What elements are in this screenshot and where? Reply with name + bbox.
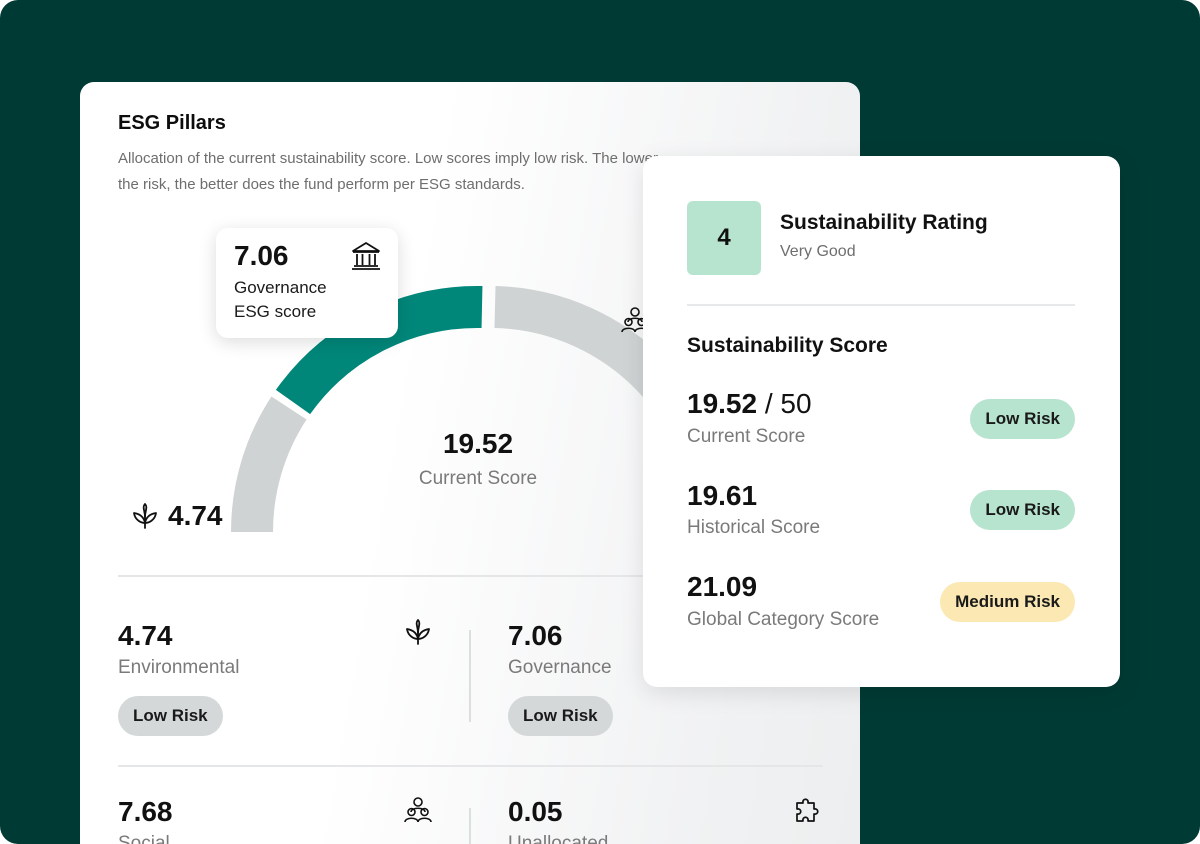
governance-value: 7.06	[508, 620, 563, 651]
unallocated-label: Unallocated	[508, 833, 609, 844]
gauge-score-label: Current Score	[418, 468, 538, 489]
people-icon	[404, 797, 432, 823]
current-score-value: 19.52 / 50	[687, 388, 812, 420]
tooltip-value: 7.06	[234, 240, 289, 271]
gauge-environmental-value: 4.74	[168, 500, 223, 531]
social-label: Social	[118, 833, 170, 844]
gauge-environmental-segment[interactable]	[230, 396, 307, 533]
sustainability-rating-badge: 4	[687, 201, 761, 275]
sustainability-rating-label: Very Good	[780, 243, 856, 260]
current-score-risk-badge: Low Risk	[970, 399, 1075, 439]
global-category-score-value: 21.09	[687, 571, 758, 602]
card-divider	[687, 304, 1075, 306]
governance-tooltip: 7.06 Governance ESG score	[216, 228, 398, 338]
gauge-score-value: 19.52	[442, 428, 514, 459]
section-divider	[118, 765, 823, 767]
environmental-value: 4.74	[118, 620, 173, 651]
sustainability-rating-title: Sustainability Rating	[780, 211, 988, 234]
current-score-number: 19.52	[687, 388, 758, 419]
social-value: 7.68	[118, 796, 173, 827]
environmental-label: Environmental	[118, 657, 240, 678]
global-category-score-risk-badge: Medium Risk	[940, 582, 1075, 622]
puzzle-icon	[796, 798, 819, 822]
sustainability-score-heading: Sustainability Score	[687, 334, 888, 357]
global-category-score-label: Global Category Score	[687, 609, 880, 630]
historical-score-risk-badge: Low Risk	[970, 490, 1075, 530]
sustainability-card: 4 Sustainability Rating Very Good Sustai…	[643, 156, 1120, 687]
leaf-icon	[406, 619, 430, 645]
column-divider	[469, 630, 471, 722]
current-score-max: / 50	[764, 388, 812, 419]
governance-label: Governance	[508, 657, 612, 678]
column-divider	[469, 808, 471, 844]
app-canvas: ESG Pillars Allocation of the current su…	[0, 0, 1200, 844]
unallocated-value: 0.05	[508, 796, 563, 827]
historical-score-label: Historical Score	[687, 517, 821, 538]
environmental-risk-badge: Low Risk	[118, 696, 223, 736]
current-score-label: Current Score	[687, 426, 806, 447]
bank-icon	[352, 242, 380, 270]
leaf-icon	[133, 503, 157, 529]
governance-risk-badge: Low Risk	[508, 696, 613, 736]
historical-score-value: 19.61	[687, 480, 758, 511]
tooltip-label: Governance ESG score	[234, 278, 327, 321]
